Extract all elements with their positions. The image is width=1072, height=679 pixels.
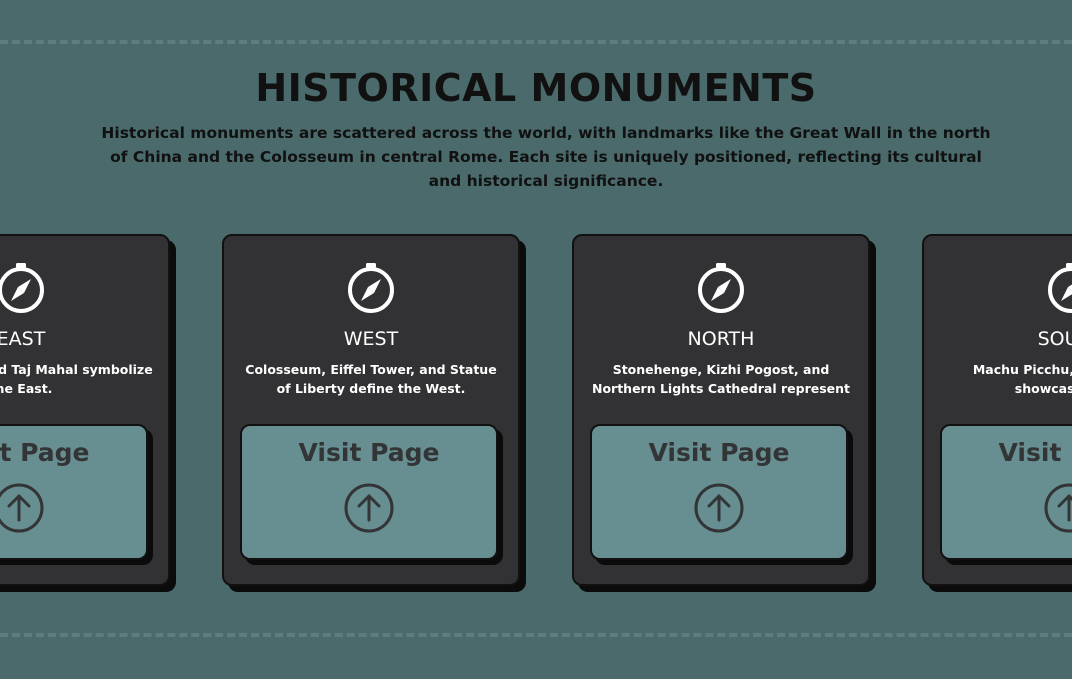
card-title: SOUTH [1037,328,1072,350]
visit-page-label: Visit Page [0,438,90,467]
card-description: Angkor Wat, and Taj Mahal symbolize the … [0,362,153,396]
card-title: NORTH [687,328,755,350]
card-north: NORTH Stonehenge, Kizhi Pogost, and Nort… [572,234,870,586]
compass-icon [1048,263,1072,313]
compass-icon [348,263,394,313]
card-east: EAST Angkor Wat, and Taj Mahal symbolize… [0,234,170,586]
section-heading: HISTORICAL MONUMENTS [255,66,817,110]
card-south: SOUTH Machu Picchu, Moai statues showcas… [922,234,1072,586]
card-title: WEST [343,328,399,350]
visit-page-label: Visit Page [648,438,790,467]
arrow-up-circle-icon [694,483,744,533]
top-divider [0,40,1072,44]
card-west: WEST Colosseum, Eiffel Tower, and Statue… [222,234,520,586]
visit-page-label: Visit Page [298,438,440,467]
arrow-up-circle-icon [0,483,44,533]
card-description: Stonehenge, Kizhi Pogost, and Northern L… [591,362,850,396]
visit-page-button[interactable]: Visit Page [240,424,498,560]
compass-icon [0,263,44,313]
arrow-up-circle-icon [344,483,394,533]
visit-page-button[interactable]: Visit Page [590,424,848,560]
visit-page-label: Visit Page [998,438,1072,467]
visit-page-button[interactable]: Visit Page [0,424,148,560]
card-title: EAST [0,328,46,350]
monuments-page: HISTORICAL MONUMENTS Historical monument… [0,0,1072,679]
section-subtitle: Historical monuments are scattered acros… [101,124,991,190]
cards-carousel[interactable]: EAST Angkor Wat, and Taj Mahal symbolize… [0,234,1072,594]
card-description: Colosseum, Eiffel Tower, and Statue of L… [245,362,497,396]
compass-icon [698,263,744,313]
bottom-divider [0,633,1072,637]
arrow-up-circle-icon [1044,483,1072,533]
card-description: Machu Picchu, Moai statues showcase sout… [972,362,1072,396]
visit-page-button[interactable]: Visit Page [940,424,1072,560]
